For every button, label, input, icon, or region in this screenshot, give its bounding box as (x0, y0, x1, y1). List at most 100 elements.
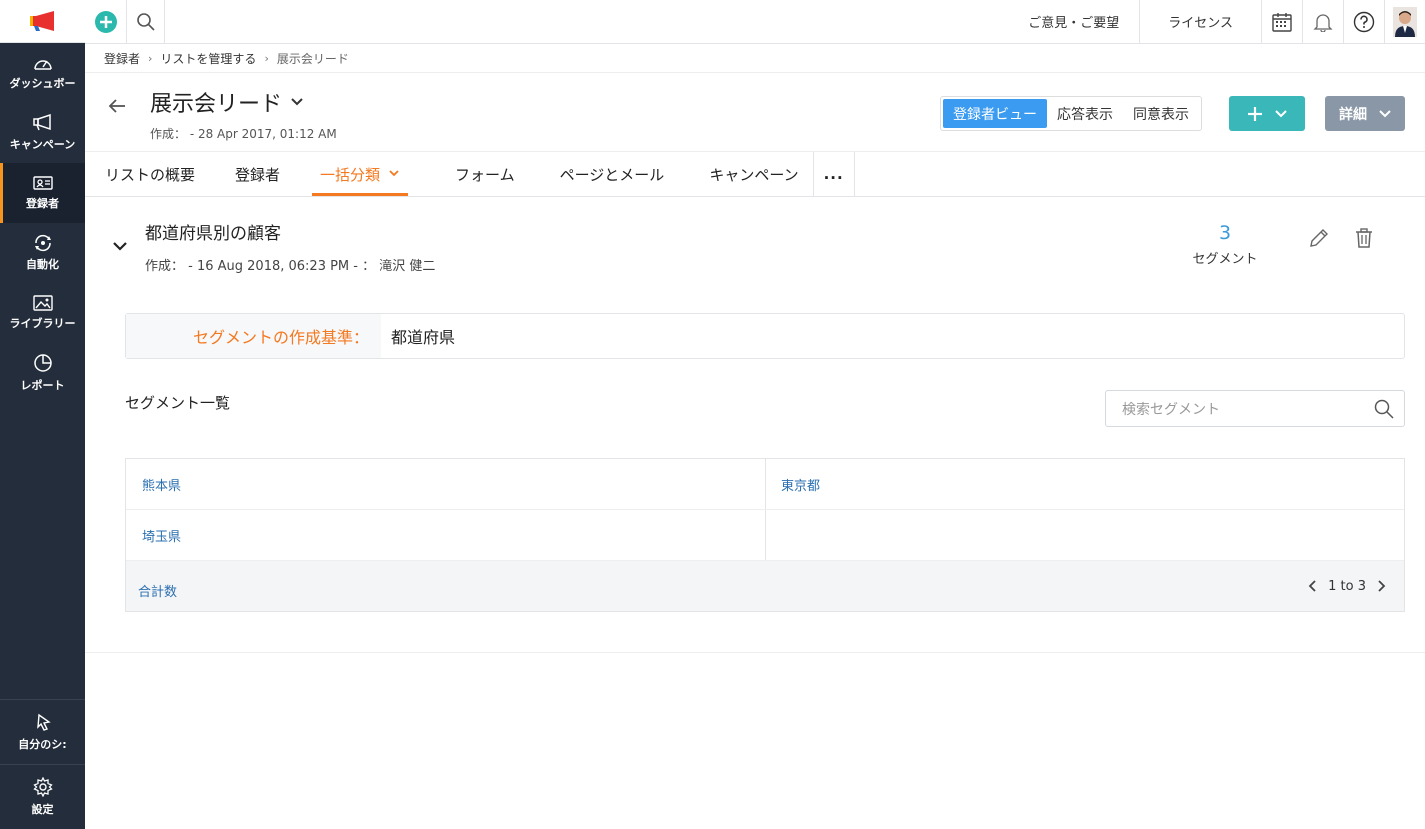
help-button[interactable] (1343, 0, 1384, 44)
sidebar-item-dashboard[interactable]: ダッシュボー (0, 43, 85, 103)
top-bar: ご意見・ご要望 ライセンス (85, 0, 1425, 44)
contacts-view-option[interactable]: 登録者ビュー (943, 99, 1047, 128)
sidebar-bottom: 自分のシ: 設定 (0, 699, 85, 829)
chevron-right-icon: › (264, 52, 269, 65)
pencil-icon (1310, 229, 1328, 247)
sidebar-item-label: 設定 (31, 803, 54, 816)
plus-circle-icon (94, 10, 117, 33)
sidebar-item-label: 自動化 (26, 258, 59, 271)
collapse-toggle[interactable] (112, 238, 128, 257)
details-button[interactable]: 詳細 (1325, 96, 1405, 131)
edit-button[interactable] (1308, 227, 1330, 253)
segment-link-saitama[interactable]: 埼玉県 (126, 510, 765, 560)
avatar (1393, 6, 1417, 37)
criteria-label: セグメントの作成基準： (126, 314, 381, 358)
breadcrumb-manage-lists[interactable]: リストを管理する (160, 50, 256, 67)
table-row: 埼玉県 (126, 510, 1404, 561)
sidebar-item-my-space[interactable]: 自分のシ: (0, 699, 85, 764)
calendar-icon (1272, 12, 1292, 32)
segment-table: 熊本県 東京都 埼玉県 合計数 1 to 3 (125, 458, 1405, 612)
segment-criteria: セグメントの作成基準： 都道府県 (125, 313, 1405, 359)
megaphone-icon (32, 114, 51, 131)
tab-more[interactable]: ... (812, 152, 855, 196)
sidebar-item-reports[interactable]: レポート (0, 343, 85, 403)
search-icon (136, 12, 155, 31)
segment-created-info: 作成： - 16 Aug 2018, 06:23 PM - ： 滝沢 健二 (145, 259, 436, 274)
view-toggle: 登録者ビュー 応答表示 同意表示 (940, 96, 1202, 131)
table-footer: 合計数 1 to 3 (126, 561, 1404, 611)
page-title[interactable]: 展示会リード (150, 86, 304, 118)
table-row: 熊本県 東京都 (126, 459, 1404, 510)
bell-icon (1313, 13, 1333, 32)
chevron-right-icon[interactable] (1376, 579, 1386, 593)
page-range: 1 to 3 (1328, 578, 1366, 594)
arrow-left-icon (108, 99, 125, 113)
back-button[interactable] (107, 96, 127, 120)
delete-button[interactable] (1354, 227, 1374, 253)
chevron-down-icon (389, 170, 399, 177)
breadcrumb-contacts[interactable]: 登録者 (104, 50, 140, 67)
license-link[interactable]: ライセンス (1139, 0, 1261, 44)
plus-icon (1248, 106, 1262, 121)
search-icon[interactable] (1374, 399, 1394, 419)
sidebar-item-settings[interactable]: 設定 (0, 764, 85, 829)
breadcrumb-current: 展示会リード (276, 52, 349, 66)
sidebar-item-label: 自分のシ: (18, 738, 67, 751)
chevron-down-icon (1379, 109, 1391, 117)
calendar-button[interactable] (1261, 0, 1302, 44)
list-created-info: 作成： - 28 Apr 2017, 01:12 AM (150, 127, 337, 141)
total-count-link[interactable]: 合計数 (138, 581, 1308, 600)
sidebar-item-automation[interactable]: 自動化 (0, 223, 85, 283)
segment-count: 3 セグメント (1185, 222, 1265, 267)
sidebar-item-campaigns[interactable]: キャンペーン (0, 103, 85, 163)
chevron-down-icon (1275, 109, 1287, 117)
segment-list-title: セグメント一覧 (125, 394, 231, 412)
app-logo[interactable] (0, 0, 85, 43)
automation-icon (34, 234, 51, 252)
help-icon (1353, 11, 1375, 32)
global-search-button[interactable] (127, 0, 165, 44)
responses-view-option[interactable]: 応答表示 (1047, 99, 1123, 128)
sidebar: ダッシュボー キャンペーン 登録者 自動化 ライブラリー レポート 自分のシ: … (0, 0, 85, 829)
details-label: 詳細 (1339, 106, 1367, 123)
empty-cell (765, 510, 1404, 560)
tab-bar: リストの概要 登録者 一括分類 フォーム ページとメール キャンペーン ... (85, 152, 855, 196)
notifications-button[interactable] (1302, 0, 1343, 44)
sidebar-item-label: ライブラリー (9, 317, 76, 330)
sidebar-item-contacts[interactable]: 登録者 (0, 163, 85, 223)
segment-count-label: セグメント (1192, 252, 1258, 267)
segment-search-input[interactable]: 検索セグメント (1105, 390, 1405, 427)
user-avatar[interactable] (1384, 0, 1425, 44)
consent-view-option[interactable]: 同意表示 (1123, 99, 1199, 128)
add-button[interactable] (1229, 96, 1305, 131)
chevron-right-icon: › (148, 52, 153, 65)
gear-icon (32, 777, 53, 797)
sidebar-item-library[interactable]: ライブラリー (0, 283, 85, 343)
segment-count-value: 3 (1218, 222, 1232, 244)
quick-add-button[interactable] (85, 0, 127, 44)
sidebar-item-label: キャンペーン (9, 138, 76, 151)
tab-campaigns[interactable]: キャンペーン (689, 152, 812, 196)
list-name: 展示会リード (150, 92, 283, 117)
contact-card-icon (32, 176, 53, 190)
tab-contacts[interactable]: 登録者 (215, 152, 300, 196)
chevron-left-icon[interactable] (1308, 579, 1318, 593)
tab-forms[interactable]: フォーム (420, 152, 535, 196)
criteria-value: 都道府県 (391, 328, 456, 347)
sidebar-item-label: レポート (20, 379, 65, 392)
segment-link-kumamoto[interactable]: 熊本県 (126, 459, 765, 509)
gauge-icon (33, 60, 52, 70)
tab-segmentation[interactable]: 一括分類 (300, 152, 420, 196)
tab-pages-and-emails[interactable]: ページとメール (535, 152, 690, 196)
search-placeholder: 検索セグメント (1122, 401, 1220, 418)
breadcrumb: 登録者 › リストを管理する › 展示会リード (104, 50, 349, 67)
pie-chart-icon (33, 354, 52, 372)
pointer-icon (36, 713, 51, 731)
feedback-link[interactable]: ご意見・ご要望 (1008, 0, 1139, 44)
segment-title: 都道府県別の顧客 (145, 224, 281, 244)
image-icon (32, 295, 53, 311)
tab-list-overview[interactable]: リストの概要 (85, 152, 215, 196)
sidebar-item-label: 登録者 (26, 197, 59, 210)
segment-link-tokyo[interactable]: 東京都 (765, 459, 1404, 509)
chevron-down-icon (113, 242, 127, 251)
